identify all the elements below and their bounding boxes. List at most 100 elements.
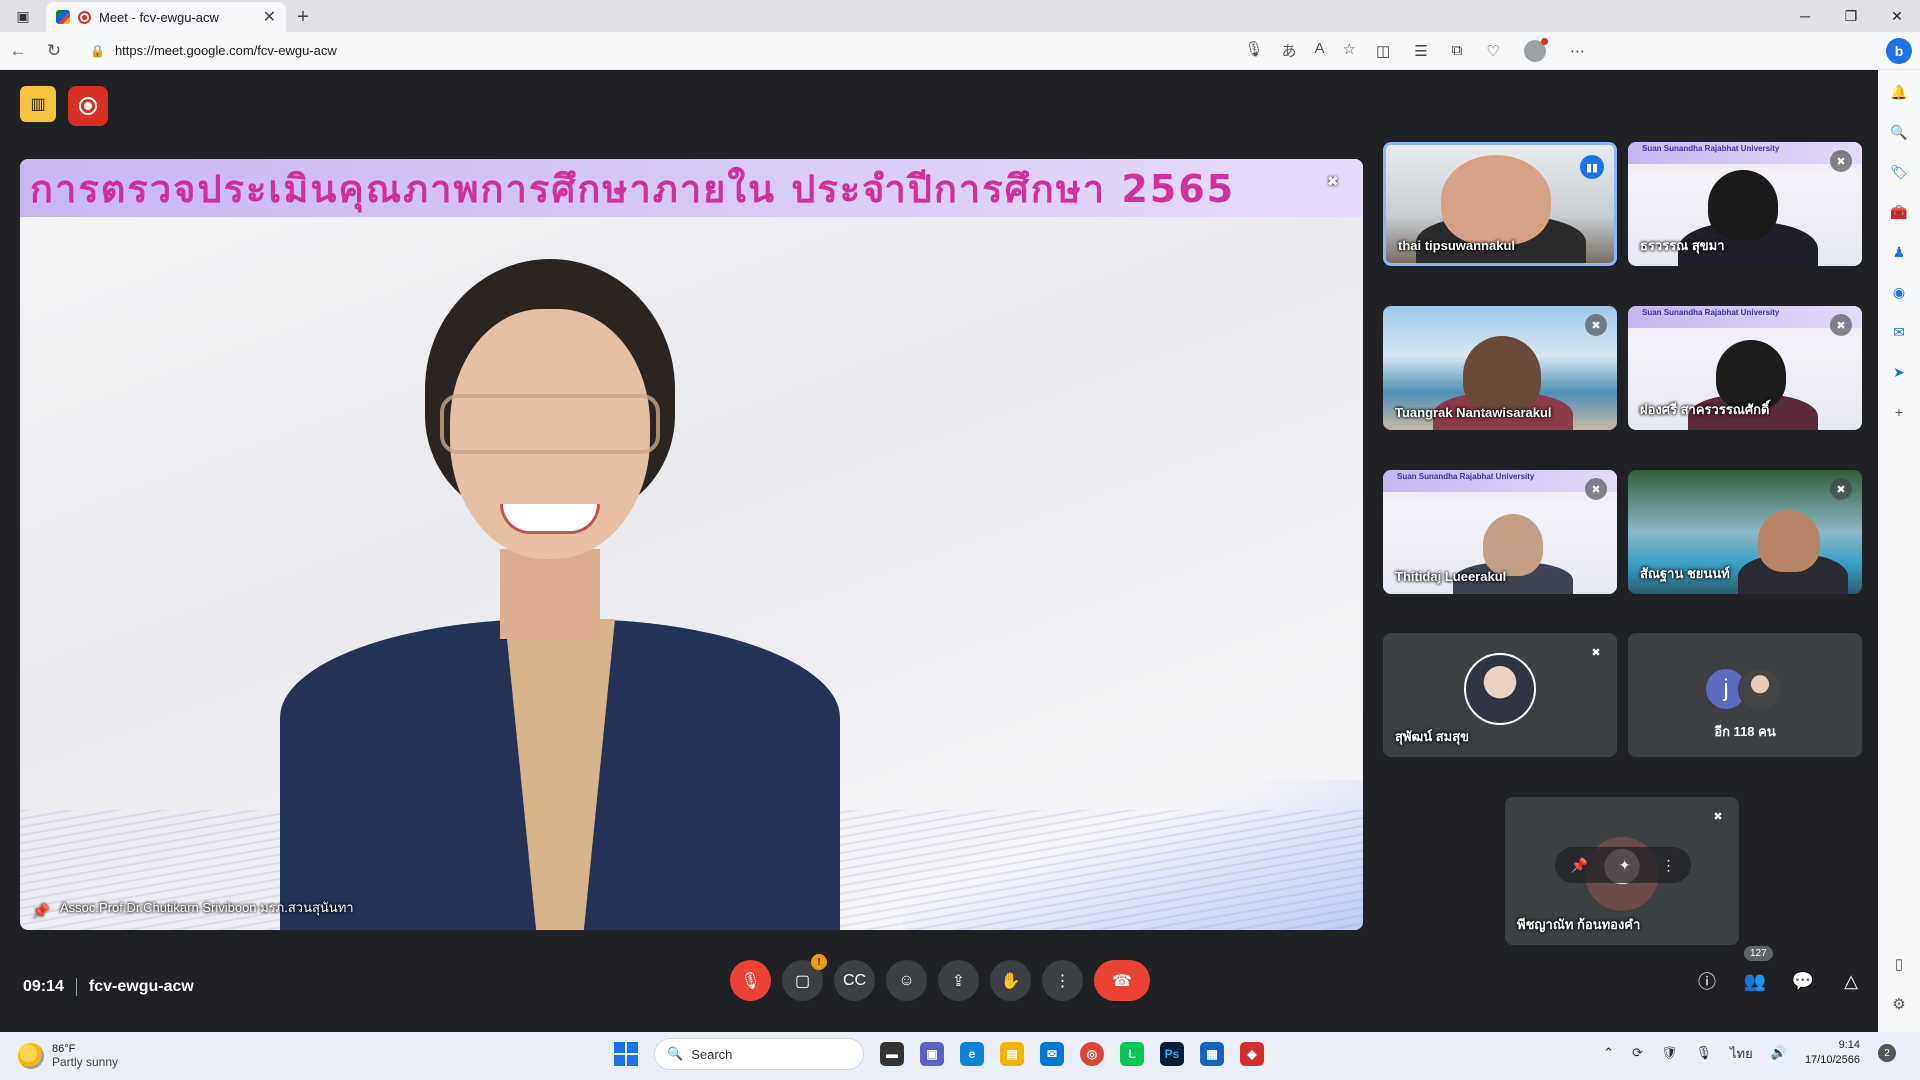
- tray-microphone-icon[interactable]: 🎙: [1696, 1045, 1713, 1061]
- shopping-tag-icon[interactable]: 🏷: [1889, 162, 1909, 182]
- microphone-toggle-button[interactable]: 🎙: [730, 960, 771, 1001]
- tools-briefcase-icon[interactable]: 🧰: [1889, 202, 1909, 222]
- photoshop-icon[interactable]: Ps: [1160, 1042, 1184, 1066]
- avatar: [1738, 667, 1782, 711]
- sync-icon[interactable]: ⟳: [1632, 1045, 1643, 1061]
- present-screen-button[interactable]: ⇪: [938, 960, 979, 1001]
- mic-off-icon: ✖: [1585, 641, 1607, 663]
- pin-icon[interactable]: 📌: [32, 903, 49, 920]
- favorites-icon[interactable]: ☰: [1414, 42, 1427, 60]
- pin-tile-icon[interactable]: 📌: [1570, 857, 1587, 874]
- translate-icon[interactable]: あ: [1282, 40, 1297, 61]
- chrome-icon[interactable]: ◎: [1080, 1042, 1104, 1066]
- search-icon: 🔍: [667, 1046, 684, 1061]
- effects-sparkle-icon[interactable]: ✦: [1619, 857, 1631, 874]
- main-mic-off-icon: ✖: [1327, 173, 1339, 189]
- participant-tile[interactable]: Suan Sunandha Rajabhat University ✖ ธรวร…: [1628, 142, 1862, 266]
- chat-button[interactable]: 💬: [1790, 968, 1816, 994]
- system-clock[interactable]: 9:14 17/10/2566: [1805, 1038, 1860, 1068]
- back-icon[interactable]: ←: [0, 34, 36, 68]
- participant-tile[interactable]: ✖ Tuangrak Nantawisarakul: [1383, 306, 1617, 430]
- raise-hand-button[interactable]: ✋: [990, 960, 1031, 1001]
- more-menu-icon[interactable]: ⋯: [1570, 42, 1585, 60]
- favorite-star-icon[interactable]: ☆: [1343, 40, 1356, 61]
- participant-tile[interactable]: ✖ สัณฐาน ชยนนท์: [1628, 470, 1862, 594]
- file-explorer-icon[interactable]: ▤: [1000, 1042, 1024, 1066]
- more-options-button[interactable]: ⋮: [1042, 960, 1083, 1001]
- participant-tile[interactable]: ▮▮ thai tipsuwannakul: [1383, 142, 1617, 266]
- drop-send-icon[interactable]: ➤: [1889, 362, 1909, 382]
- hide-sidebar-icon[interactable]: ▯: [1895, 955, 1903, 973]
- camera-off-indicator-icon[interactable]: ▥: [20, 86, 56, 122]
- sidebar-search-icon[interactable]: 🔍: [1889, 122, 1909, 142]
- taskbar-apps: 🔍 Search ▬ ▣ e ▤ ✉ ◎ L Ps ▦ ◆: [614, 1038, 1264, 1070]
- participant-tile[interactable]: Suan Sunandha Rajabhat University ✖ ผ่อง…: [1628, 306, 1862, 430]
- window-close-icon[interactable]: ✕: [1874, 0, 1920, 32]
- anydesk-icon[interactable]: ◆: [1240, 1042, 1264, 1066]
- close-tab-icon[interactable]: ✕: [263, 7, 276, 27]
- split-screen-icon[interactable]: ◫: [1376, 42, 1390, 60]
- main-speaker-video[interactable]: การตรวจประเมินคุณภาพการศึกษาภายใน ประจำป…: [20, 159, 1363, 930]
- meeting-details-button[interactable]: ⓘ: [1694, 968, 1720, 994]
- chevron-up-icon[interactable]: ⌃: [1603, 1045, 1614, 1061]
- reactions-button[interactable]: ☺: [886, 960, 927, 1001]
- store-icon[interactable]: ▦: [1200, 1042, 1224, 1066]
- network-volume-icon[interactable]: 🔊: [1771, 1045, 1787, 1061]
- task-view-icon[interactable]: ▬: [880, 1042, 904, 1066]
- google-meet-favicon-icon: [56, 10, 70, 24]
- start-windows-icon[interactable]: [614, 1042, 638, 1066]
- camera-toggle-button[interactable]: ▢!: [782, 954, 827, 1001]
- collections-icon[interactable]: ⧉: [1452, 42, 1463, 59]
- captions-icon: CC: [842, 971, 867, 989]
- captions-button[interactable]: CC: [834, 960, 875, 1001]
- side-panel-controls: ⓘ 127 👥 💬 △: [1694, 946, 1864, 994]
- participant-tile[interactable]: Suan Sunandha Rajabhat University ✖ Thit…: [1383, 470, 1617, 594]
- people-button[interactable]: 127 👥: [1742, 946, 1773, 994]
- reload-icon[interactable]: ↻: [36, 34, 72, 68]
- meeting-time: 09:14: [23, 978, 64, 995]
- recording-badge[interactable]: [68, 86, 108, 126]
- browser-tab-meet[interactable]: Meet - fcv-ewgu-acw ✕: [46, 2, 286, 32]
- taskbar-search[interactable]: 🔍 Search: [654, 1038, 864, 1070]
- profile-avatar[interactable]: [1523, 37, 1548, 62]
- end-call-button[interactable]: ☎: [1094, 960, 1150, 1001]
- notification-count-badge[interactable]: 2: [1878, 1044, 1896, 1062]
- call-controls: 🎙 ▢! CC ☺ ⇪ ✋ ⋮ ☎: [730, 954, 1150, 1001]
- activities-button[interactable]: △: [1838, 968, 1864, 994]
- address-bar[interactable]: 🔒 https://meet.google.com/fcv-ewgu-acw 🎙…: [80, 37, 1370, 65]
- line-icon[interactable]: L: [1120, 1042, 1144, 1066]
- more-participants-tile[interactable]: j อีก 118 คน: [1628, 633, 1862, 757]
- language-indicator[interactable]: ไทย: [1730, 1043, 1753, 1064]
- read-aloud-icon[interactable]: A: [1315, 40, 1325, 61]
- games-icon[interactable]: ♟: [1889, 242, 1909, 262]
- teams-icon[interactable]: ▣: [920, 1042, 944, 1066]
- avatar-stack: j: [1704, 667, 1782, 711]
- self-view-tile[interactable]: 📌 ✦ ⋮ ✖ พีชญาณัท ก้อนทองคำ: [1505, 797, 1739, 945]
- more-vert-icon: ⋮: [1054, 972, 1071, 990]
- sidebar-settings-gear-icon[interactable]: ⚙: [1892, 995, 1905, 1013]
- system-tray: ⌃ ⟳ 🛡 🎙 ไทย 🔊 9:14 17/10/2566 2: [1603, 1038, 1896, 1068]
- minimize-icon[interactable]: ─: [1782, 0, 1828, 32]
- security-shield-icon[interactable]: 🛡: [1661, 1045, 1678, 1061]
- browser-essentials-icon[interactable]: ♡: [1486, 42, 1499, 60]
- add-sidebar-app-icon[interactable]: +: [1889, 402, 1909, 422]
- mail-icon[interactable]: ✉: [1040, 1042, 1064, 1066]
- meet-stage: ▥ การตรวจประเมินคุณภาพการศึกษาภายใน ประจ…: [4, 70, 1878, 1032]
- edge-icon[interactable]: e: [960, 1042, 984, 1066]
- notifications-bell-icon[interactable]: 🔔: [1889, 82, 1909, 102]
- lock-icon[interactable]: 🔒: [90, 44, 105, 58]
- restore-icon[interactable]: ❐: [1828, 0, 1874, 32]
- tab-title: Meet - fcv-ewgu-acw: [99, 9, 219, 25]
- phone-hangup-icon: ☎: [1112, 972, 1132, 990]
- microphone-icon[interactable]: 🎙: [1244, 40, 1263, 61]
- tile-more-options-icon[interactable]: ⋮: [1662, 857, 1676, 874]
- tab-actions-icon[interactable]: ▣: [0, 0, 46, 32]
- new-tab-button[interactable]: +: [286, 2, 320, 32]
- edge-sidebar-bottom: ▯ ⚙: [1878, 955, 1920, 1013]
- microsoft-365-icon[interactable]: ◉: [1889, 282, 1909, 302]
- participant-tile[interactable]: ✖ สุพัฒน์ สมสุข: [1383, 633, 1617, 757]
- copilot-icon[interactable]: b: [1886, 38, 1912, 64]
- slide-band: Suan Sunandha Rajabhat University: [1628, 142, 1862, 164]
- weather-widget[interactable]: 86°F Partly sunny: [18, 1043, 258, 1069]
- outlook-icon[interactable]: ✉: [1889, 322, 1909, 342]
